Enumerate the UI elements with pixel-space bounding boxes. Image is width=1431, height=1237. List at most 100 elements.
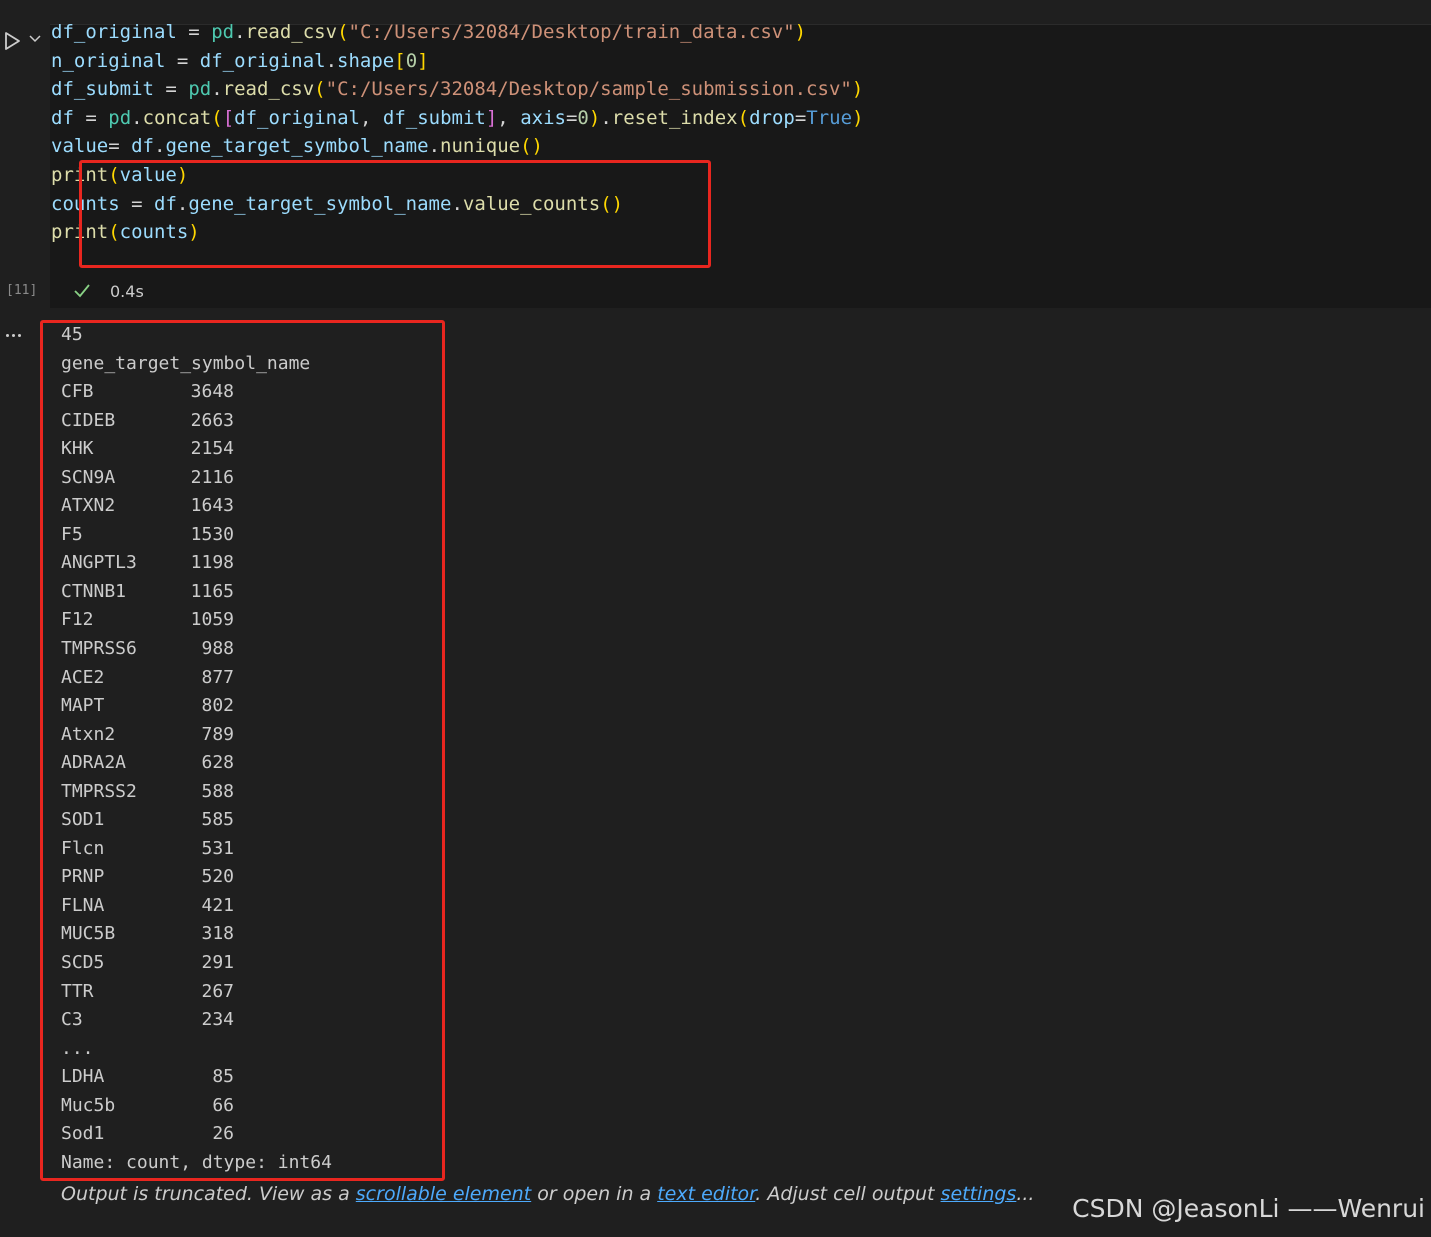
gene-name: TMPRSS6 [61, 638, 137, 660]
more-actions-icon[interactable] [6, 322, 30, 342]
gene-count: 291 [201, 952, 234, 974]
value-count-row: F12 1059 [61, 606, 332, 635]
execution-duration: 0.4s [110, 281, 144, 301]
value-count-row: Atxn2 789 [61, 721, 332, 750]
truncation-text: or open in a [531, 1183, 658, 1205]
gene-name: SCD5 [61, 952, 105, 974]
chevron-down-icon[interactable] [28, 32, 42, 46]
gene-name: Muc5b [61, 1094, 116, 1116]
gene-name: ADRA2A [61, 752, 127, 774]
value-count-row: MAPT 802 [61, 692, 332, 721]
gene-count: 802 [201, 695, 234, 717]
gene-name: TMPRSS2 [61, 780, 137, 802]
watermark: CSDN @JeasonLi ——Wenrui [1072, 1194, 1425, 1223]
cell-output: 45 gene_target_symbol_name CFB 3648 CIDEB 2… [61, 321, 332, 1177]
value-count-row: SOD1 585 [61, 806, 332, 835]
gene-count: 988 [201, 638, 234, 660]
code-line[interactable]: df_original = pd.read_csv("C:/Users/3208… [51, 18, 864, 47]
gene-count: 318 [201, 923, 234, 945]
gene-count: 588 [201, 780, 234, 802]
gene-count: 267 [201, 980, 234, 1002]
gene-name: KHK [61, 438, 94, 460]
value-count-row: KHK 2154 [61, 435, 332, 464]
gene-count: 2154 [190, 438, 234, 460]
gene-name: Flcn [61, 837, 105, 859]
gene-count: 234 [201, 1009, 234, 1031]
gene-count: 628 [201, 752, 234, 774]
gene-name: Sod1 [61, 1123, 105, 1145]
gene-count: 1530 [190, 523, 234, 545]
gene-name: LDHA [61, 1066, 105, 1088]
gene-name: MAPT [61, 695, 105, 717]
value-count-row: F5 1530 [61, 521, 332, 550]
truncation-text: . Adjust cell output [755, 1183, 941, 1205]
value-count-row: C3 234 [61, 1006, 332, 1035]
gene-count: 85 [212, 1066, 234, 1088]
value-count-row: ATXN2 1643 [61, 492, 332, 521]
text-editor-link[interactable]: text editor [657, 1183, 755, 1205]
cell-gutter [0, 22, 50, 307]
value-count-row: ACE2 877 [61, 664, 332, 693]
gene-count: 877 [201, 666, 234, 688]
settings-link[interactable]: settings [941, 1183, 1017, 1205]
code-highlight-box [79, 160, 711, 268]
gene-name: FLNA [61, 894, 105, 916]
value-count-row: Muc5b 66 [61, 1092, 332, 1121]
value-count-row: CFB 3648 [61, 378, 332, 407]
cell-status: 0.4s [72, 279, 144, 303]
gene-name: F12 [61, 609, 94, 631]
value-count-row: Sod1 26 [61, 1120, 332, 1149]
truncation-notice: Output is truncated. View as a scrollabl… [61, 1183, 1034, 1205]
gene-count: 2116 [190, 466, 234, 488]
value-counts-tail-rows: LDHA 85 Muc5b 66 Sod1 26 [61, 1063, 332, 1149]
gene-count: 531 [201, 837, 234, 859]
notebook-view: [11] df_original = pd.read_csv("C:/Users… [0, 0, 1431, 1237]
ellipsis: ... [61, 1037, 94, 1059]
value-count-row: Flcn 531 [61, 835, 332, 864]
gene-name: F5 [61, 523, 83, 545]
value-count-row: ANGPTL3 1198 [61, 549, 332, 578]
gene-name: TTR [61, 980, 94, 1002]
value-count-row: LDHA 85 [61, 1063, 332, 1092]
gene-name: ATXN2 [61, 495, 116, 517]
value-count-row: SCN9A 2116 [61, 464, 332, 493]
gene-count: 26 [212, 1123, 234, 1145]
gene-name: C3 [61, 1009, 83, 1031]
execution-count: [11] [6, 283, 38, 298]
gene-count: 1198 [190, 552, 234, 574]
truncation-text: Output is truncated. View as a [61, 1183, 356, 1205]
gene-name: SOD1 [61, 809, 105, 831]
value-counts-rows: CFB 3648 CIDEB 2663 KHK 2154 SCN9A 2116 ATXN2 164… [61, 378, 332, 1035]
gene-name: PRNP [61, 866, 105, 888]
nunique-value: 45 [61, 324, 83, 345]
value-count-row: MUC5B 318 [61, 920, 332, 949]
gene-count: 66 [212, 1094, 234, 1116]
code-line[interactable]: df = pd.concat([df_original, df_submit],… [51, 104, 864, 133]
gene-count: 1059 [190, 609, 234, 631]
gene-count: 3648 [190, 381, 234, 403]
value-count-row: CTNNB1 1165 [61, 578, 332, 607]
value-count-row: PRNP 520 [61, 863, 332, 892]
code-line[interactable]: df_submit = pd.read_csv("C:/Users/32084/… [51, 75, 864, 104]
value-count-row: CIDEB 2663 [61, 407, 332, 436]
gene-count: 520 [201, 866, 234, 888]
code-line[interactable]: n_original = df_original.shape[0] [51, 47, 864, 76]
check-icon [74, 284, 90, 298]
run-cell-icon[interactable] [2, 30, 24, 52]
scrollable-element-link[interactable]: scrollable element [356, 1183, 531, 1205]
value-count-row: TMPRSS2 588 [61, 778, 332, 807]
gene-name: CFB [61, 381, 94, 403]
gene-count: 1643 [190, 495, 234, 517]
value-count-row: TTR 267 [61, 978, 332, 1007]
truncation-text: ... [1016, 1183, 1035, 1205]
gene-name: ACE2 [61, 666, 105, 688]
gene-name: ANGPTL3 [61, 552, 137, 574]
gene-name: Atxn2 [61, 723, 116, 745]
gene-name: CIDEB [61, 409, 116, 431]
gene-count: 789 [201, 723, 234, 745]
code-line[interactable]: value= df.gene_target_symbol_name.nuniqu… [51, 132, 864, 161]
gene-name: MUC5B [61, 923, 116, 945]
value-count-row: FLNA 421 [61, 892, 332, 921]
gene-count: 1165 [190, 580, 234, 602]
gene-count: 2663 [190, 409, 234, 431]
